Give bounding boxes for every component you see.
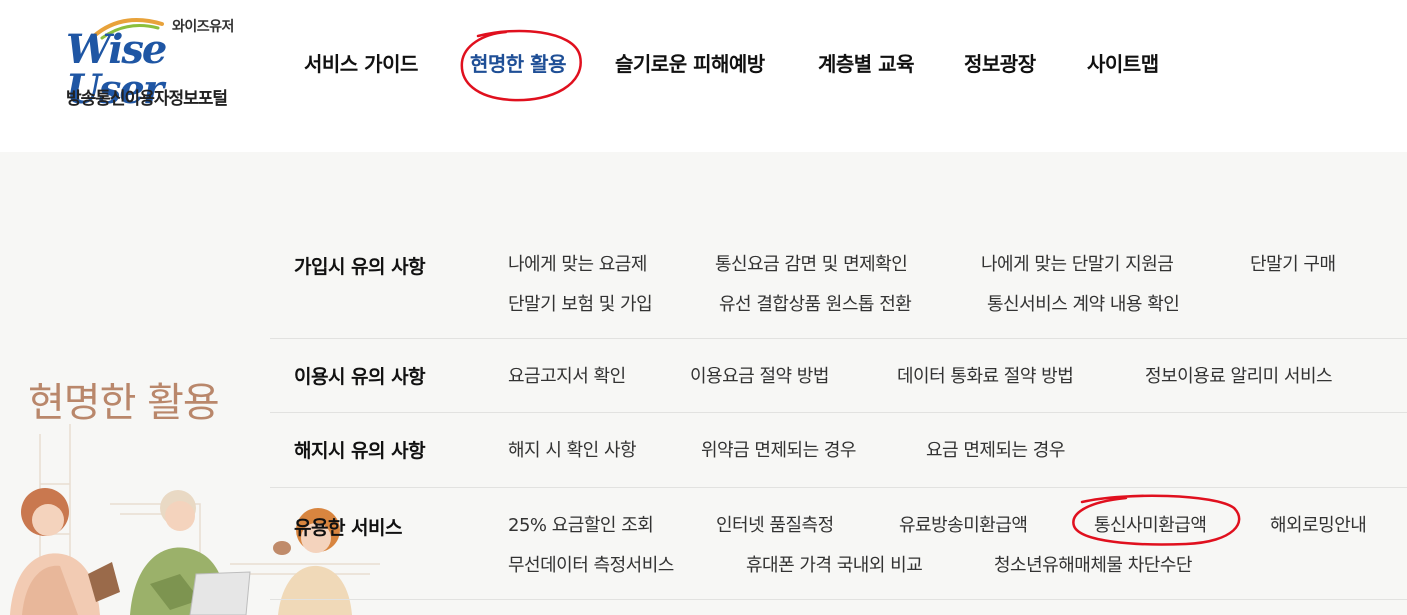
mega-menu-panel: 현명한 활용 가입시 유의 사항 나에게 맞는 요금제 통신요금 감면 및 면제… xyxy=(0,152,1407,615)
menu-row-usage: 이용시 유의 사항 요금고지서 확인 이용요금 절약 방법 데이터 통화료 절약… xyxy=(270,338,1407,413)
menu-row-signup: 가입시 유의 사항 나에게 맞는 요금제 통신요금 감면 및 면제확인 나에게 … xyxy=(270,230,1407,339)
link-device-subsidy[interactable]: 나에게 맞는 단말기 지원금 xyxy=(981,250,1174,276)
link-telecom-refund[interactable]: 통신사미환급액 xyxy=(1094,511,1207,537)
link-device-insurance[interactable]: 단말기 보험 및 가입 xyxy=(508,290,653,316)
link-phone-price-compare[interactable]: 휴대폰 가격 국내외 비교 xyxy=(746,551,923,577)
row-title-usage: 이용시 유의 사항 xyxy=(294,366,426,388)
row-title-signup: 가입시 유의 사항 xyxy=(294,256,426,278)
link-fee-reduction[interactable]: 통신요금 감면 및 면제확인 xyxy=(715,250,908,276)
section-title: 현명한 활용 xyxy=(28,380,220,426)
logo-subtitle: 방송통신이용자정보포털 xyxy=(66,89,228,109)
site-logo[interactable]: 와이즈유저 Wise User 방송통신이용자정보포털 xyxy=(62,12,252,112)
link-youth-block[interactable]: 청소년유해매체물 차단수단 xyxy=(994,551,1192,577)
nav-item-education[interactable]: 계층별 교육 xyxy=(818,48,914,77)
link-fee-exempt[interactable]: 요금 면제되는 경우 xyxy=(926,436,1065,462)
link-plan-finder[interactable]: 나에게 맞는 요금제 xyxy=(508,250,647,276)
link-internet-speed[interactable]: 인터넷 품질측정 xyxy=(716,511,834,537)
link-device-purchase[interactable]: 단말기 구매 xyxy=(1250,250,1336,276)
row-title-useful: 유용한 서비스 xyxy=(294,517,403,539)
nav-item-damage-prevention[interactable]: 슬기로운 피해예방 xyxy=(615,48,765,77)
link-bundle-switch[interactable]: 유선 결합상품 원스톱 전환 xyxy=(719,290,912,316)
link-save-fees[interactable]: 이용요금 절약 방법 xyxy=(690,362,829,388)
row-title-cancel: 해지시 유의 사항 xyxy=(294,440,426,462)
nav-item-info-plaza[interactable]: 정보광장 xyxy=(964,48,1036,77)
link-cancel-check[interactable]: 해지 시 확인 사항 xyxy=(508,436,637,462)
menu-row-useful: 유용한 서비스 25% 요금할인 조회 인터넷 품질측정 유료방송미환급액 통신… xyxy=(270,487,1407,600)
nav-item-sitemap[interactable]: 사이트맵 xyxy=(1087,48,1159,77)
link-paytv-refund[interactable]: 유료방송미환급액 xyxy=(899,511,1028,537)
link-info-fee-alert[interactable]: 정보이용료 알리미 서비스 xyxy=(1145,362,1333,388)
link-discount-lookup[interactable]: 25% 요금할인 조회 xyxy=(508,511,654,537)
link-penalty-exempt[interactable]: 위약금 면제되는 경우 xyxy=(701,436,856,462)
site-header: 와이즈유저 Wise User 방송통신이용자정보포털 서비스 가이드 현명한 … xyxy=(0,0,1407,152)
link-roaming-guide[interactable]: 해외로밍안내 xyxy=(1270,511,1367,537)
link-save-data[interactable]: 데이터 통화료 절약 방법 xyxy=(897,362,1074,388)
nav-item-service-guide[interactable]: 서비스 가이드 xyxy=(304,48,418,77)
menu-row-cancel: 해지시 유의 사항 해지 시 확인 사항 위약금 면제되는 경우 요금 면제되는… xyxy=(270,412,1407,488)
link-contract-check[interactable]: 통신서비스 계약 내용 확인 xyxy=(987,290,1180,316)
link-bill-check[interactable]: 요금고지서 확인 xyxy=(508,362,626,388)
nav-item-smart-use[interactable]: 현명한 활용 xyxy=(470,48,566,77)
link-wireless-data-test[interactable]: 무선데이터 측정서비스 xyxy=(508,551,674,577)
